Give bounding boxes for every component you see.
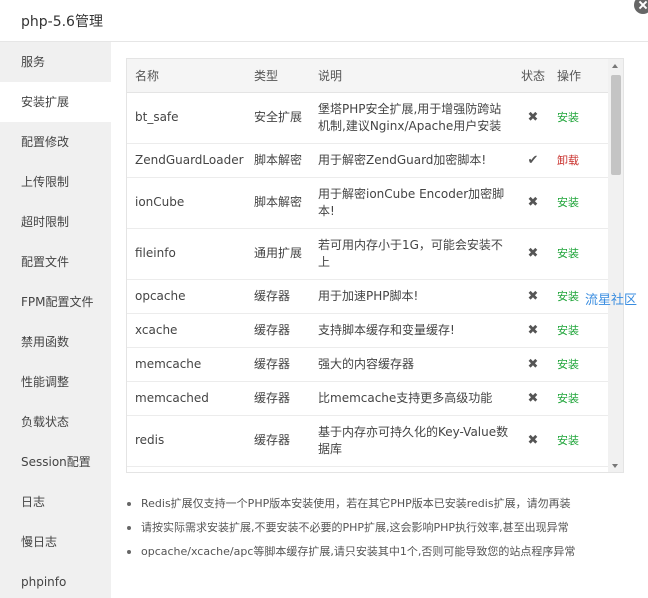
sidebar-item-service[interactable]: 服务: [0, 42, 111, 82]
table-row: ionCube 脚本解密 用于解密ionCube Encoder加密脚本! ✖ …: [127, 177, 609, 229]
ext-type: 脚本解密: [246, 143, 310, 178]
status-not-installed-icon: ✖: [518, 415, 548, 467]
sidebar-item-log[interactable]: 日志: [0, 482, 111, 522]
ext-desc: 若可用内存小于1G，可能会安装不上: [310, 228, 518, 280]
note-item: Redis扩展仅支持一个PHP版本安装使用，若在其它PHP版本已安装redis扩…: [125, 496, 640, 520]
title-bar: php-5.6管理: [0, 0, 648, 42]
status-not-installed-icon: ✖: [518, 92, 548, 144]
sidebar-item-timeout-limit[interactable]: 超时限制: [0, 202, 111, 242]
table-row: redis 缓存器 基于内存亦可持久化的Key-Value数据库 ✖ 安装: [127, 415, 609, 467]
table-row: memcached 缓存器 比memcache支持更多高级功能 ✖ 安装: [127, 381, 609, 416]
watermark-text: 流星社区: [585, 293, 638, 308]
ext-name: ZendGuardLoader: [127, 143, 246, 178]
table-row: bt_safe 安全扩展 堡塔PHP安全扩展,用于增强防跨站机制,建议Nginx…: [127, 92, 609, 144]
sidebar-item-slow-log[interactable]: 慢日志: [0, 522, 111, 562]
extensions-table: 名称 类型 说明 状态 操作 bt_safe 安全扩展 堡塔PHP安全扩展,用于…: [127, 59, 609, 467]
ext-name: redis: [127, 415, 246, 467]
ext-desc: 支持脚本缓存和变量缓存!: [310, 313, 518, 348]
sidebar-item-phpinfo[interactable]: phpinfo: [0, 562, 111, 598]
sidebar-item-config-file[interactable]: 配置文件: [0, 242, 111, 282]
sidebar-item-performance[interactable]: 性能调整: [0, 362, 111, 402]
status-not-installed-icon: ✖: [518, 313, 548, 348]
status-not-installed-icon: ✖: [518, 177, 548, 229]
status-not-installed-icon: ✖: [518, 228, 548, 280]
ext-desc: 用于解密ZendGuard加密脚本!: [310, 143, 518, 178]
ext-type: 缓存器: [246, 381, 310, 416]
ext-desc: 比memcache支持更多高级功能: [310, 381, 518, 416]
column-header-desc: 说明: [310, 59, 518, 93]
php-manager-window: php-5.6管理 服务 安装扩展 配置修改 上传限制 超时限制 配置文件 FP…: [0, 0, 648, 598]
table-scrollbar[interactable]: [608, 59, 623, 472]
extensions-table-container: 名称 类型 说明 状态 操作 bt_safe 安全扩展 堡塔PHP安全扩展,用于…: [126, 58, 624, 473]
install-button[interactable]: 安装: [557, 358, 579, 371]
status-not-installed-icon: ✖: [518, 381, 548, 416]
install-button[interactable]: 安装: [557, 290, 579, 303]
note-item: opcache/xcache/apc等脚本缓存扩展,请只安装其中1个,否则可能导…: [125, 544, 640, 568]
status-installed-icon: ✔: [518, 143, 548, 178]
ext-desc: 用于加速PHP脚本!: [310, 279, 518, 314]
ext-type: 通用扩展: [246, 228, 310, 280]
ext-type: 缓存器: [246, 313, 310, 348]
close-icon[interactable]: [634, 0, 648, 14]
ext-name: bt_safe: [127, 92, 246, 144]
table-row: fileinfo 通用扩展 若可用内存小于1G，可能会安装不上 ✖ 安装: [127, 228, 609, 280]
ext-name: ionCube: [127, 177, 246, 229]
column-header-status: 状态: [518, 59, 548, 93]
ext-desc: 堡塔PHP安全扩展,用于增强防跨站机制,建议Nginx/Apache用户安装: [310, 92, 518, 144]
install-button[interactable]: 安装: [557, 324, 579, 337]
status-not-installed-icon: ✖: [518, 279, 548, 314]
table-row: opcache 缓存器 用于加速PHP脚本! ✖ 安装: [127, 279, 609, 314]
ext-name: memcached: [127, 381, 246, 416]
sidebar-item-session-config[interactable]: Session配置: [0, 442, 111, 482]
sidebar-item-load-status[interactable]: 负载状态: [0, 402, 111, 442]
table-header-row: 名称 类型 说明 状态 操作: [127, 59, 609, 93]
ext-type: 缓存器: [246, 415, 310, 467]
install-button[interactable]: 安装: [557, 434, 579, 447]
sidebar-item-disabled-functions[interactable]: 禁用函数: [0, 322, 111, 362]
sidebar-item-fpm-config[interactable]: FPM配置文件: [0, 282, 111, 322]
sidebar-item-config-edit[interactable]: 配置修改: [0, 122, 111, 162]
ext-type: 脚本解密: [246, 177, 310, 229]
table-row: xcache 缓存器 支持脚本缓存和变量缓存! ✖ 安装: [127, 313, 609, 348]
ext-desc: 基于内存亦可持久化的Key-Value数据库: [310, 415, 518, 467]
notes-list: Redis扩展仅支持一个PHP版本安装使用，若在其它PHP版本已安装redis扩…: [125, 496, 640, 568]
ext-type: 安全扩展: [246, 92, 310, 144]
column-header-name: 名称: [127, 59, 246, 93]
install-button[interactable]: 安装: [557, 196, 579, 209]
column-header-op: 操作: [548, 59, 609, 93]
install-button[interactable]: 安装: [557, 392, 579, 405]
ext-name: fileinfo: [127, 228, 246, 280]
uninstall-button[interactable]: 卸载: [557, 154, 579, 167]
ext-type: 缓存器: [246, 279, 310, 314]
table-row: memcache 缓存器 强大的内容缓存器 ✖ 安装: [127, 347, 609, 382]
window-title: php-5.6管理: [21, 14, 103, 30]
status-not-installed-icon: ✖: [518, 347, 548, 382]
scroll-thumb[interactable]: [611, 75, 621, 175]
ext-desc: 强大的内容缓存器: [310, 347, 518, 382]
note-item: 请按实际需求安装扩展,不要安装不必要的PHP扩展,这会影响PHP执行效率,甚至出…: [125, 520, 640, 544]
install-button[interactable]: 安装: [557, 247, 579, 260]
ext-name: memcache: [127, 347, 246, 382]
sidebar: 服务 安装扩展 配置修改 上传限制 超时限制 配置文件 FPM配置文件 禁用函数…: [0, 42, 111, 598]
sidebar-item-upload-limit[interactable]: 上传限制: [0, 162, 111, 202]
main-panel: 名称 类型 说明 状态 操作 bt_safe 安全扩展 堡塔PHP安全扩展,用于…: [111, 42, 648, 598]
scroll-up-icon[interactable]: [612, 64, 618, 68]
table-row: ZendGuardLoader 脚本解密 用于解密ZendGuard加密脚本! …: [127, 143, 609, 178]
ext-name: opcache: [127, 279, 246, 314]
ext-type: 缓存器: [246, 347, 310, 382]
column-header-type: 类型: [246, 59, 310, 93]
ext-desc: 用于解密ionCube Encoder加密脚本!: [310, 177, 518, 229]
sidebar-item-install-extensions[interactable]: 安装扩展: [0, 82, 111, 122]
scroll-down-icon[interactable]: [612, 464, 618, 468]
ext-name: xcache: [127, 313, 246, 348]
install-button[interactable]: 安装: [557, 111, 579, 124]
